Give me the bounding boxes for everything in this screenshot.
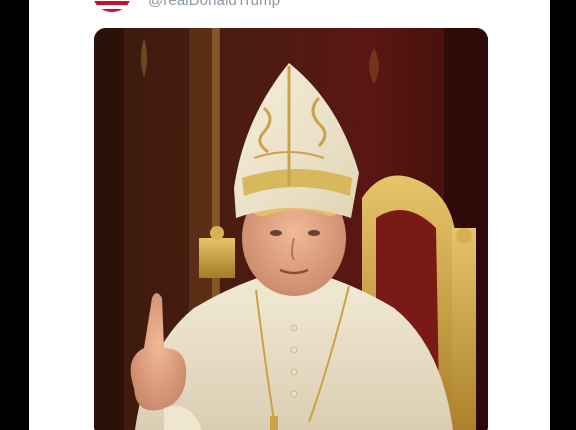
flag-avatar-icon: [92, 0, 132, 12]
avatar[interactable]: [92, 0, 132, 12]
user-handle[interactable]: @realDonaldTrump: [148, 0, 280, 9]
portrait-image: [94, 28, 488, 430]
post-card: @realDonaldTrump: [29, 0, 550, 430]
post-image[interactable]: [94, 28, 488, 430]
